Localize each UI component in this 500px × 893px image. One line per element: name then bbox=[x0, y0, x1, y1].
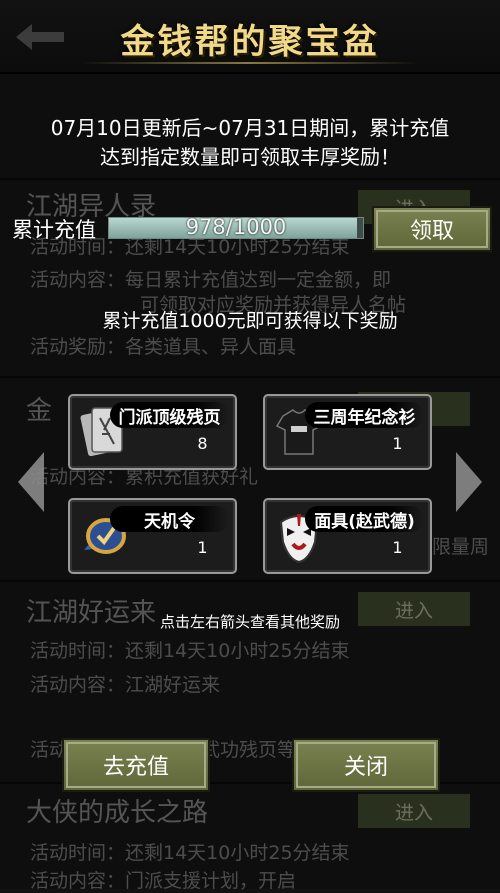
reward-hint: 累计充值1000元即可获得以下奖励 bbox=[102, 310, 398, 332]
reward-card[interactable]: 面具(赵武德) 1 bbox=[263, 498, 432, 574]
reward-count: 8 bbox=[197, 434, 208, 453]
reward-count: 1 bbox=[392, 434, 403, 453]
recharge-button[interactable]: 去充值 bbox=[62, 738, 210, 792]
reward-count: 1 bbox=[392, 538, 403, 557]
reward-card[interactable]: 三周年纪念衫 1 bbox=[263, 394, 432, 470]
page-title: 金钱帮的聚宝盆 bbox=[120, 22, 380, 62]
nav-hint: 点击左右箭头查看其他奖励 bbox=[159, 613, 340, 631]
arrow-left-icon[interactable] bbox=[18, 452, 44, 512]
close-button[interactable]: 关闭 bbox=[292, 738, 440, 792]
reward-name: 门派顶级残页 bbox=[110, 402, 229, 428]
description-line: 达到指定数量即可领取丰厚奖励！ bbox=[100, 145, 400, 169]
arrow-right-icon[interactable] bbox=[456, 452, 482, 512]
reward-card[interactable]: 天机令 1 bbox=[68, 498, 237, 574]
title-underline bbox=[80, 62, 420, 64]
reward-name: 面具(赵武德) bbox=[305, 506, 424, 532]
title-bar: 金钱帮的聚宝盆 bbox=[0, 0, 500, 74]
reward-card[interactable]: 门派顶级残页 8 bbox=[68, 394, 237, 470]
progress-text: 978/1000 bbox=[185, 215, 287, 239]
reward-name: 三周年纪念衫 bbox=[305, 402, 424, 428]
event-description: 07月10日更新后~07月31日期间，累计充值 达到指定数量即可领取丰厚奖励！ bbox=[20, 114, 480, 172]
description-line: 07月10日更新后~07月31日期间，累计充值 bbox=[50, 116, 450, 140]
reward-count: 1 bbox=[197, 538, 208, 557]
recharge-progress-bar: 978/1000 bbox=[108, 215, 364, 239]
reward-name: 天机令 bbox=[110, 506, 229, 532]
progress-label: 累计充值 bbox=[12, 218, 96, 242]
claim-button[interactable]: 领取 bbox=[372, 206, 492, 252]
